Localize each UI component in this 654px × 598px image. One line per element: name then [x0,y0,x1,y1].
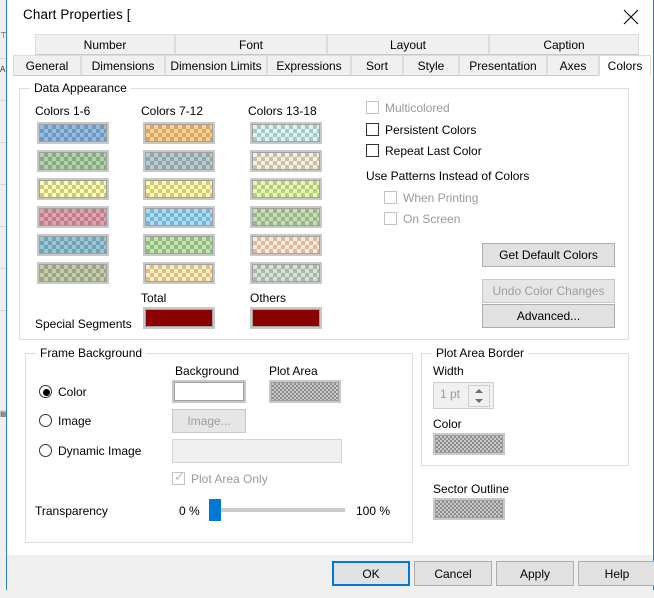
colors-tab-panel: Data Appearance Colors 1-6 Colors 7-12 C… [7,76,653,554]
color-swatch-5[interactable] [37,234,109,256]
ok-button[interactable]: OK [332,561,410,586]
color-swatch-4[interactable] [37,206,109,228]
tab-strip: Number Font Layout Caption General Dimen… [7,34,653,76]
tab-layout[interactable]: Layout [327,34,489,55]
dynamic-image-input[interactable] [172,439,342,463]
when-printing-label: When Printing [403,191,479,205]
frame-background-title: Frame Background [36,346,147,360]
color-swatch-17[interactable] [250,234,322,256]
colors-7-12-label: Colors 7-12 [141,104,204,118]
special-segments-label: Special Segments [35,317,132,331]
persistent-colors-label: Persistent Colors [385,123,477,137]
tab-expressions[interactable]: Expressions [267,55,351,76]
tab-caption[interactable]: Caption [489,34,639,55]
tab-dimensions[interactable]: Dimensions [81,55,165,76]
border-width-value: 1 pt [440,387,461,401]
tab-style[interactable]: Style [403,55,459,76]
color-swatch-9[interactable] [143,178,215,200]
total-label: Total [141,291,167,305]
undo-color-changes-button[interactable]: Undo Color Changes [482,279,615,303]
image-browse-button[interactable]: Image... [172,409,246,433]
stepper-down-icon[interactable] [469,396,489,406]
checkmark-icon: ✓ [174,469,185,484]
help-button[interactable]: Help [578,561,654,586]
close-icon[interactable] [609,0,653,32]
color-swatch-8[interactable] [143,150,215,172]
plot-area-label: Plot Area [269,364,318,378]
transparency-max-label: 100 % [356,504,391,518]
color-swatch-18[interactable] [250,262,322,284]
color-radio[interactable] [39,385,52,398]
color-swatch-14[interactable] [250,150,322,172]
apply-button[interactable]: Apply [496,561,574,586]
colors-1-6-label: Colors 1-6 [35,104,91,118]
color-swatch-3[interactable] [37,178,109,200]
color-swatch-13[interactable] [250,122,322,144]
dynamic-image-radio-label: Dynamic Image [58,444,142,458]
close-glyph [623,9,639,25]
transparency-min-label: 0 % [179,504,200,518]
repeat-last-color-label: Repeat Last Color [385,144,482,158]
border-color-swatch[interactable] [433,433,505,455]
background-label: Background [175,364,240,378]
plot-area-color-swatch[interactable] [269,380,341,403]
image-radio[interactable] [39,414,52,427]
data-appearance-title: Data Appearance [30,81,131,95]
color-radio-label: Color [58,385,87,399]
plot-area-border-title: Plot Area Border [432,346,529,360]
color-swatch-10[interactable] [143,206,215,228]
transparency-label: Transparency [35,504,108,518]
advanced-button[interactable]: Advanced... [482,304,615,328]
color-swatch-1[interactable] [37,122,109,144]
get-default-colors-button[interactable]: Get Default Colors [482,243,615,267]
sector-outline-label: Sector Outline [433,482,510,496]
border-color-label: Color [433,417,462,431]
sector-outline-swatch[interactable] [433,498,505,520]
transparency-slider-track[interactable] [211,508,345,512]
tab-sort[interactable]: Sort [351,55,403,76]
title-bar: Chart Properties [ [7,0,653,34]
tab-axes[interactable]: Axes [547,55,599,76]
when-printing-checkbox[interactable] [384,191,397,204]
others-label: Others [250,291,287,305]
transparency-slider-thumb[interactable] [209,499,221,521]
tab-general[interactable]: General [13,55,81,76]
stepper-up-icon[interactable] [469,386,489,396]
window-title: Chart Properties [ [23,7,131,22]
tab-font[interactable]: Font [175,34,327,55]
plot-area-only-label: Plot Area Only [191,472,268,486]
color-swatch-7[interactable] [143,122,215,144]
width-label: Width [433,364,464,378]
on-screen-checkbox[interactable] [384,212,397,225]
tab-colors[interactable]: Colors [599,55,651,76]
chart-properties-dialog: Chart Properties [ Number Font Layout Ca… [6,0,654,590]
others-color-swatch[interactable] [250,307,322,329]
tab-dimension-limits[interactable]: Dimension Limits [165,55,267,76]
persistent-colors-checkbox[interactable] [366,123,379,136]
color-swatch-12[interactable] [143,262,215,284]
colors-13-18-label: Colors 13-18 [248,104,317,118]
border-width-stepper[interactable]: 1 pt [433,382,494,409]
desktop-background: ⊤ A ▤ Chart Properties [ Number Font Lay… [0,0,654,598]
multicolored-label: Multicolored [385,101,450,115]
use-patterns-label: Use Patterns Instead of Colors [366,169,530,183]
repeat-last-color-checkbox[interactable] [366,144,379,157]
color-swatch-15[interactable] [250,178,322,200]
dynamic-image-radio[interactable] [39,444,52,457]
on-screen-label: On Screen [403,212,461,226]
stepper-buttons[interactable] [468,385,490,407]
color-swatch-6[interactable] [37,262,109,284]
background-color-swatch[interactable] [172,380,246,403]
cancel-button[interactable]: Cancel [414,561,492,586]
total-color-swatch[interactable] [143,307,215,329]
plot-area-only-checkbox[interactable]: ✓ [172,469,185,485]
color-swatch-16[interactable] [250,206,322,228]
dialog-footer: OK Cancel Apply Help [7,554,654,590]
image-radio-label: Image [58,414,92,428]
color-swatch-11[interactable] [143,234,215,256]
tab-number[interactable]: Number [35,34,175,55]
color-swatch-2[interactable] [37,150,109,172]
tab-presentation[interactable]: Presentation [459,55,547,76]
multicolored-checkbox[interactable] [366,101,379,114]
